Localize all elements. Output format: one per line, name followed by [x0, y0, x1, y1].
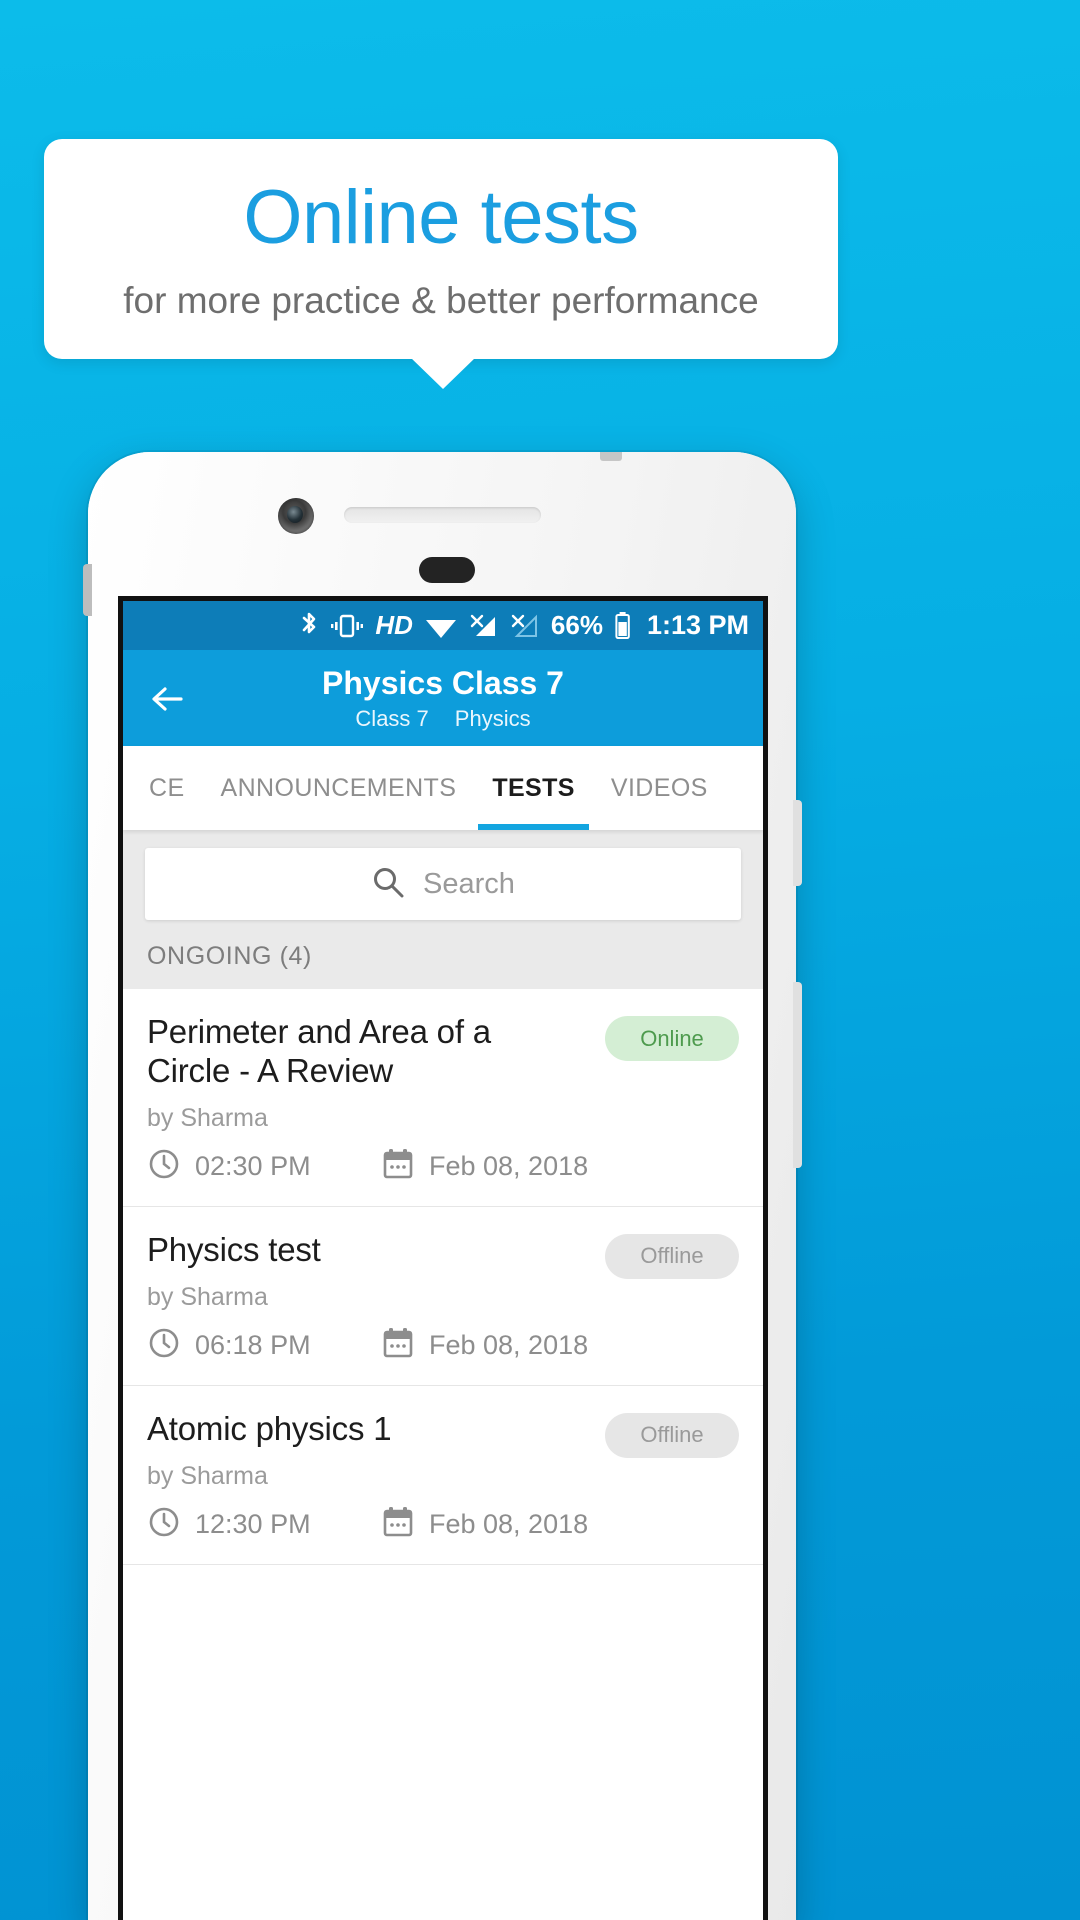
breadcrumb-subject: Physics: [454, 705, 531, 731]
test-time: 02:30 PM: [147, 1147, 381, 1186]
back-arrow-icon[interactable]: [147, 678, 189, 720]
search-input[interactable]: Search: [145, 848, 741, 920]
clock-icon: [147, 1505, 181, 1544]
phone-top-antenna: [600, 452, 622, 461]
test-title: Atomic physics 1: [147, 1409, 392, 1447]
search-icon: [371, 865, 405, 904]
test-title: Perimeter and Area of a Circle - A Revie…: [147, 1013, 491, 1089]
earpiece-speaker: [344, 507, 541, 523]
clock-icon: [147, 1147, 181, 1186]
status-badge: Offline: [605, 1233, 739, 1279]
calendar-icon: [381, 1147, 415, 1186]
front-camera-icon: [278, 498, 314, 534]
phone-volume-button: [793, 982, 802, 1168]
tab-announcements[interactable]: ANNOUNCEMENTS: [221, 746, 457, 830]
phone-left-button: [83, 564, 92, 616]
tab-ce[interactable]: CE: [149, 746, 185, 830]
promo-subtitle: for more practice & better performance: [123, 279, 759, 321]
calendar-icon: [381, 1326, 415, 1365]
bluetooth-icon: [299, 611, 319, 641]
wifi-icon: [424, 613, 458, 639]
promo-title: Online tests: [243, 174, 639, 260]
search-placeholder: Search: [423, 867, 515, 900]
tab-bar: CE ANNOUNCEMENTS TESTS VIDEOS: [123, 746, 763, 830]
test-title: Physics test: [147, 1230, 321, 1268]
tab-tests[interactable]: TESTS: [478, 746, 589, 830]
status-bar: HD 66% 1:13 PM: [123, 601, 763, 650]
test-list-item[interactable]: Atomic physics 1 by Sharma 12:30 PM Feb …: [123, 1386, 763, 1565]
test-date-label: Feb 08, 2018: [429, 1508, 589, 1539]
test-list-item[interactable]: Perimeter and Area of a Circle - A Revie…: [123, 989, 763, 1207]
test-time: 06:18 PM: [147, 1326, 381, 1365]
phone-power-button: [793, 800, 802, 886]
battery-icon: [614, 611, 632, 641]
signal-1-icon: [469, 612, 499, 640]
page-title: Physics Class 7: [322, 664, 564, 701]
phone-mockup: HD 66% 1:13 PM Physics Class 7 Class 7 P…: [83, 452, 802, 1920]
search-section: Search: [123, 830, 763, 936]
test-author: by Sharma: [147, 1103, 268, 1132]
breadcrumb: Class 7 Physics: [355, 705, 531, 731]
test-date: Feb 08, 2018: [381, 1326, 588, 1365]
test-time: 12:30 PM: [147, 1505, 381, 1544]
test-author: by Sharma: [147, 1282, 268, 1311]
clock-icon: [147, 1326, 181, 1365]
test-meta: 06:18 PM Feb 08, 2018: [147, 1326, 739, 1365]
proximity-sensor: [419, 557, 475, 583]
test-list: Perimeter and Area of a Circle - A Revie…: [123, 989, 763, 1565]
test-meta: 12:30 PM Feb 08, 2018: [147, 1505, 739, 1544]
battery-percent-label: 66%: [550, 610, 603, 640]
status-badge: Offline: [605, 1412, 739, 1458]
test-date-label: Feb 08, 2018: [429, 1329, 589, 1360]
section-header-ongoing: ONGOING (4): [123, 936, 763, 989]
test-list-item[interactable]: Physics test by Sharma 06:18 PM Feb 08, …: [123, 1207, 763, 1386]
promo-screenshot: Online tests for more practice & better …: [0, 0, 1080, 1920]
hd-label: HD: [375, 610, 413, 640]
test-time-label: 06:18 PM: [195, 1329, 311, 1360]
test-author: by Sharma: [147, 1461, 268, 1490]
test-date-label: Feb 08, 2018: [429, 1150, 589, 1181]
test-date: Feb 08, 2018: [381, 1505, 588, 1544]
calendar-icon: [381, 1505, 415, 1544]
promo-banner: Online tests for more practice & better …: [44, 139, 838, 359]
tab-videos[interactable]: VIDEOS: [611, 746, 708, 830]
test-date: Feb 08, 2018: [381, 1147, 588, 1186]
signal-2-icon: [510, 612, 540, 640]
vibrate-icon: [330, 612, 364, 640]
test-time-label: 12:30 PM: [195, 1508, 311, 1539]
breadcrumb-class: Class 7: [355, 705, 429, 731]
clock-time-label: 1:13 PM: [646, 610, 749, 640]
test-meta: 02:30 PM Feb 08, 2018: [147, 1147, 739, 1186]
status-badge: Online: [605, 1016, 739, 1061]
test-time-label: 02:30 PM: [195, 1150, 311, 1181]
promo-banner-tail: [410, 357, 476, 389]
phone-screen: HD 66% 1:13 PM Physics Class 7 Class 7 P…: [118, 596, 768, 1920]
app-bar: Physics Class 7 Class 7 Physics: [123, 650, 763, 746]
